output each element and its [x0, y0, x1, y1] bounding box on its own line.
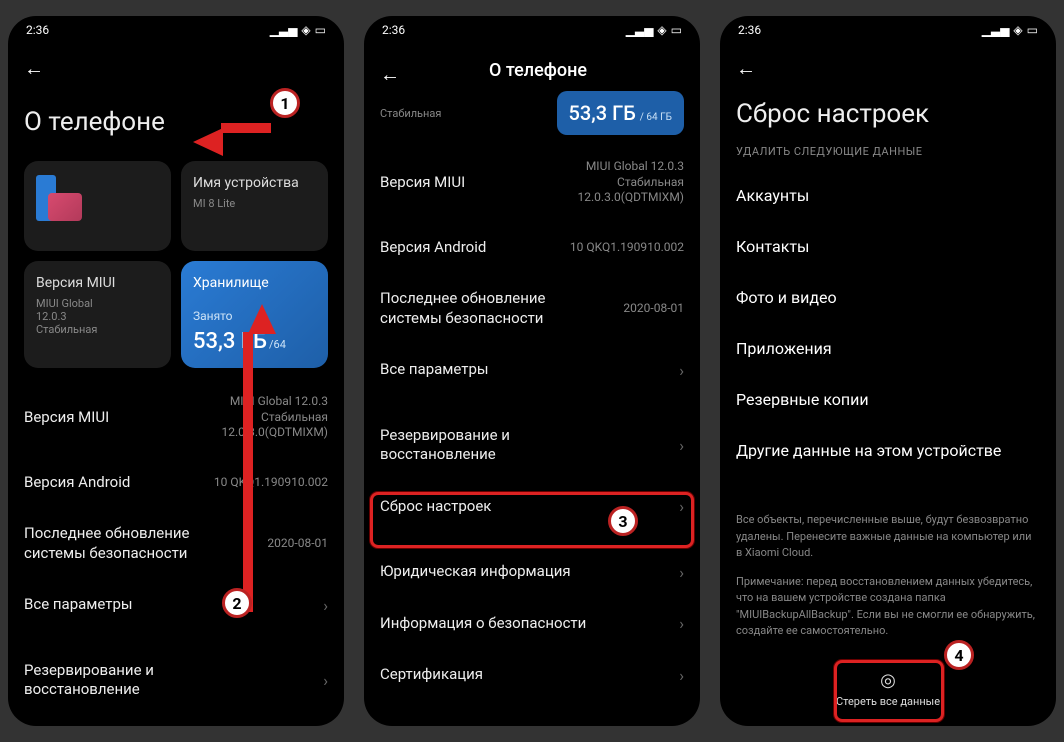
- chevron-right-icon: ›: [679, 361, 684, 380]
- signal-icon: ▁▃▅: [270, 23, 298, 37]
- chevron-right-icon: ›: [679, 436, 684, 455]
- step-badge-3: 3: [608, 506, 638, 536]
- status-bar: 2:36 ▁▃▅ ◈ ▭: [8, 16, 344, 44]
- reset-note-1: Все объекты, перечисленные выше, будут б…: [720, 506, 1056, 568]
- item-all-specs[interactable]: Все параметры ›: [24, 579, 328, 631]
- battery-icon: ▭: [315, 23, 326, 37]
- miui-logo-card[interactable]: [24, 161, 171, 251]
- item-security-patch[interactable]: Последнее обновление системы безопасност…: [24, 508, 328, 579]
- storage-value: 53,3 ГБ: [569, 101, 636, 125]
- step-badge-2: 2: [222, 588, 252, 618]
- wifi-icon: ◈: [1013, 23, 1022, 37]
- clock: 2:36: [26, 23, 49, 37]
- device-name-value: MI 8 Lite: [193, 197, 316, 210]
- miui-logo-icon: [36, 175, 82, 221]
- storage-label: Хранилище: [193, 275, 316, 291]
- item-legal-info[interactable]: Юридическая информация ›: [380, 546, 684, 598]
- item-backup-restore[interactable]: Резервирование и восстановление ›: [24, 645, 328, 716]
- miui-version-line2: 12.0.3: [36, 310, 159, 323]
- chevron-right-icon: ›: [323, 596, 328, 615]
- item-safety-info[interactable]: Информация о безопасности ›: [380, 598, 684, 650]
- chevron-right-icon: ›: [679, 666, 684, 685]
- page-title: Сброс настроек: [720, 85, 1056, 137]
- item-backup-restore[interactable]: Резервирование и восстановление ›: [380, 410, 684, 481]
- item-miui-version[interactable]: Версия MIUI MIUI Global 12.0.3 Стабильна…: [380, 143, 684, 222]
- phone-screen-2: 2:36 ▁▃▅ ◈ ▭ ← О телефоне Стабильная 53,…: [364, 16, 700, 726]
- clock: 2:36: [738, 23, 761, 37]
- item-android-version[interactable]: Версия Android 10 QKQ1.190910.002: [380, 222, 684, 274]
- wifi-icon: ◈: [301, 23, 310, 37]
- reset-item-backups: Резервные копии: [720, 374, 1056, 425]
- battery-icon: ▭: [1027, 23, 1038, 37]
- device-name-label: Имя устройства: [193, 175, 316, 191]
- battery-icon: ▭: [671, 23, 682, 37]
- chevron-right-icon: ›: [679, 563, 684, 582]
- reset-item-media: Фото и видео: [720, 272, 1056, 323]
- step-badge-1: 1: [270, 88, 300, 118]
- status-bar: 2:36 ▁▃▅ ◈ ▭: [364, 16, 700, 44]
- status-icons: ▁▃▅ ◈ ▭: [270, 23, 326, 37]
- item-all-specs[interactable]: Все параметры ›: [380, 344, 684, 396]
- storage-total: /64: [269, 338, 286, 351]
- phone-screen-1: 2:36 ▁▃▅ ◈ ▭ ← О телефоне Имя устройства…: [8, 16, 344, 726]
- item-security-patch[interactable]: Последнее обновление системы безопасност…: [380, 273, 684, 344]
- reset-item-apps: Приложения: [720, 323, 1056, 374]
- reset-item-accounts: Аккаунты: [720, 170, 1056, 221]
- highlight-box-reset: [370, 492, 694, 548]
- miui-version-card[interactable]: Версия MIUI MIUI Global 12.0.3 Стабильна…: [24, 261, 171, 368]
- signal-icon: ▁▃▅: [626, 23, 654, 37]
- page-title: О телефоне: [416, 60, 700, 81]
- highlight-box-erase: [834, 660, 944, 722]
- arrow-annotation-1: [193, 128, 223, 156]
- back-button[interactable]: ←: [8, 44, 60, 85]
- item-miui-version[interactable]: Версия MIUI MIUI Global 12.0.3 Стабильна…: [24, 378, 328, 457]
- chevron-right-icon: ›: [679, 614, 684, 633]
- status-bar: 2:36 ▁▃▅ ◈ ▭: [720, 16, 1056, 44]
- miui-version-line1: MIUI Global: [36, 297, 159, 310]
- reset-note-2: Примечание: перед восстановлением данных…: [720, 568, 1056, 646]
- miui-version-title: Версия MIUI: [36, 275, 159, 291]
- stable-hint: Стабильная: [380, 107, 441, 120]
- wifi-icon: ◈: [657, 23, 666, 37]
- miui-version-line3: Стабильная: [36, 323, 159, 336]
- device-name-card[interactable]: Имя устройства MI 8 Lite: [181, 161, 328, 251]
- status-icons: ▁▃▅ ◈ ▭: [982, 23, 1038, 37]
- step-badge-4: 4: [944, 640, 974, 670]
- signal-icon: ▁▃▅: [982, 23, 1010, 37]
- chevron-right-icon: ›: [323, 671, 328, 690]
- back-button[interactable]: ←: [364, 50, 416, 91]
- reset-item-other: Другие данные на этом устройстве: [720, 425, 1056, 476]
- status-icons: ▁▃▅ ◈ ▭: [626, 23, 682, 37]
- clock: 2:36: [382, 23, 405, 37]
- back-button[interactable]: ←: [720, 44, 772, 85]
- storage-pill[interactable]: 53,3 ГБ / 64 ГБ: [557, 91, 684, 135]
- storage-total: / 64 ГБ: [640, 112, 672, 123]
- phone-screen-3: 2:36 ▁▃▅ ◈ ▭ ← Сброс настроек УДАЛИТЬ СЛ…: [720, 16, 1056, 726]
- reset-item-contacts: Контакты: [720, 221, 1056, 272]
- item-certification[interactable]: Сертификация ›: [380, 649, 684, 701]
- section-subtitle: УДАЛИТЬ СЛЕДУЮЩИЕ ДАННЫЕ: [720, 137, 1056, 170]
- arrow-annotation-2: [248, 304, 276, 334]
- item-android-version[interactable]: Версия Android 10 QKQ1.190910.002: [24, 457, 328, 509]
